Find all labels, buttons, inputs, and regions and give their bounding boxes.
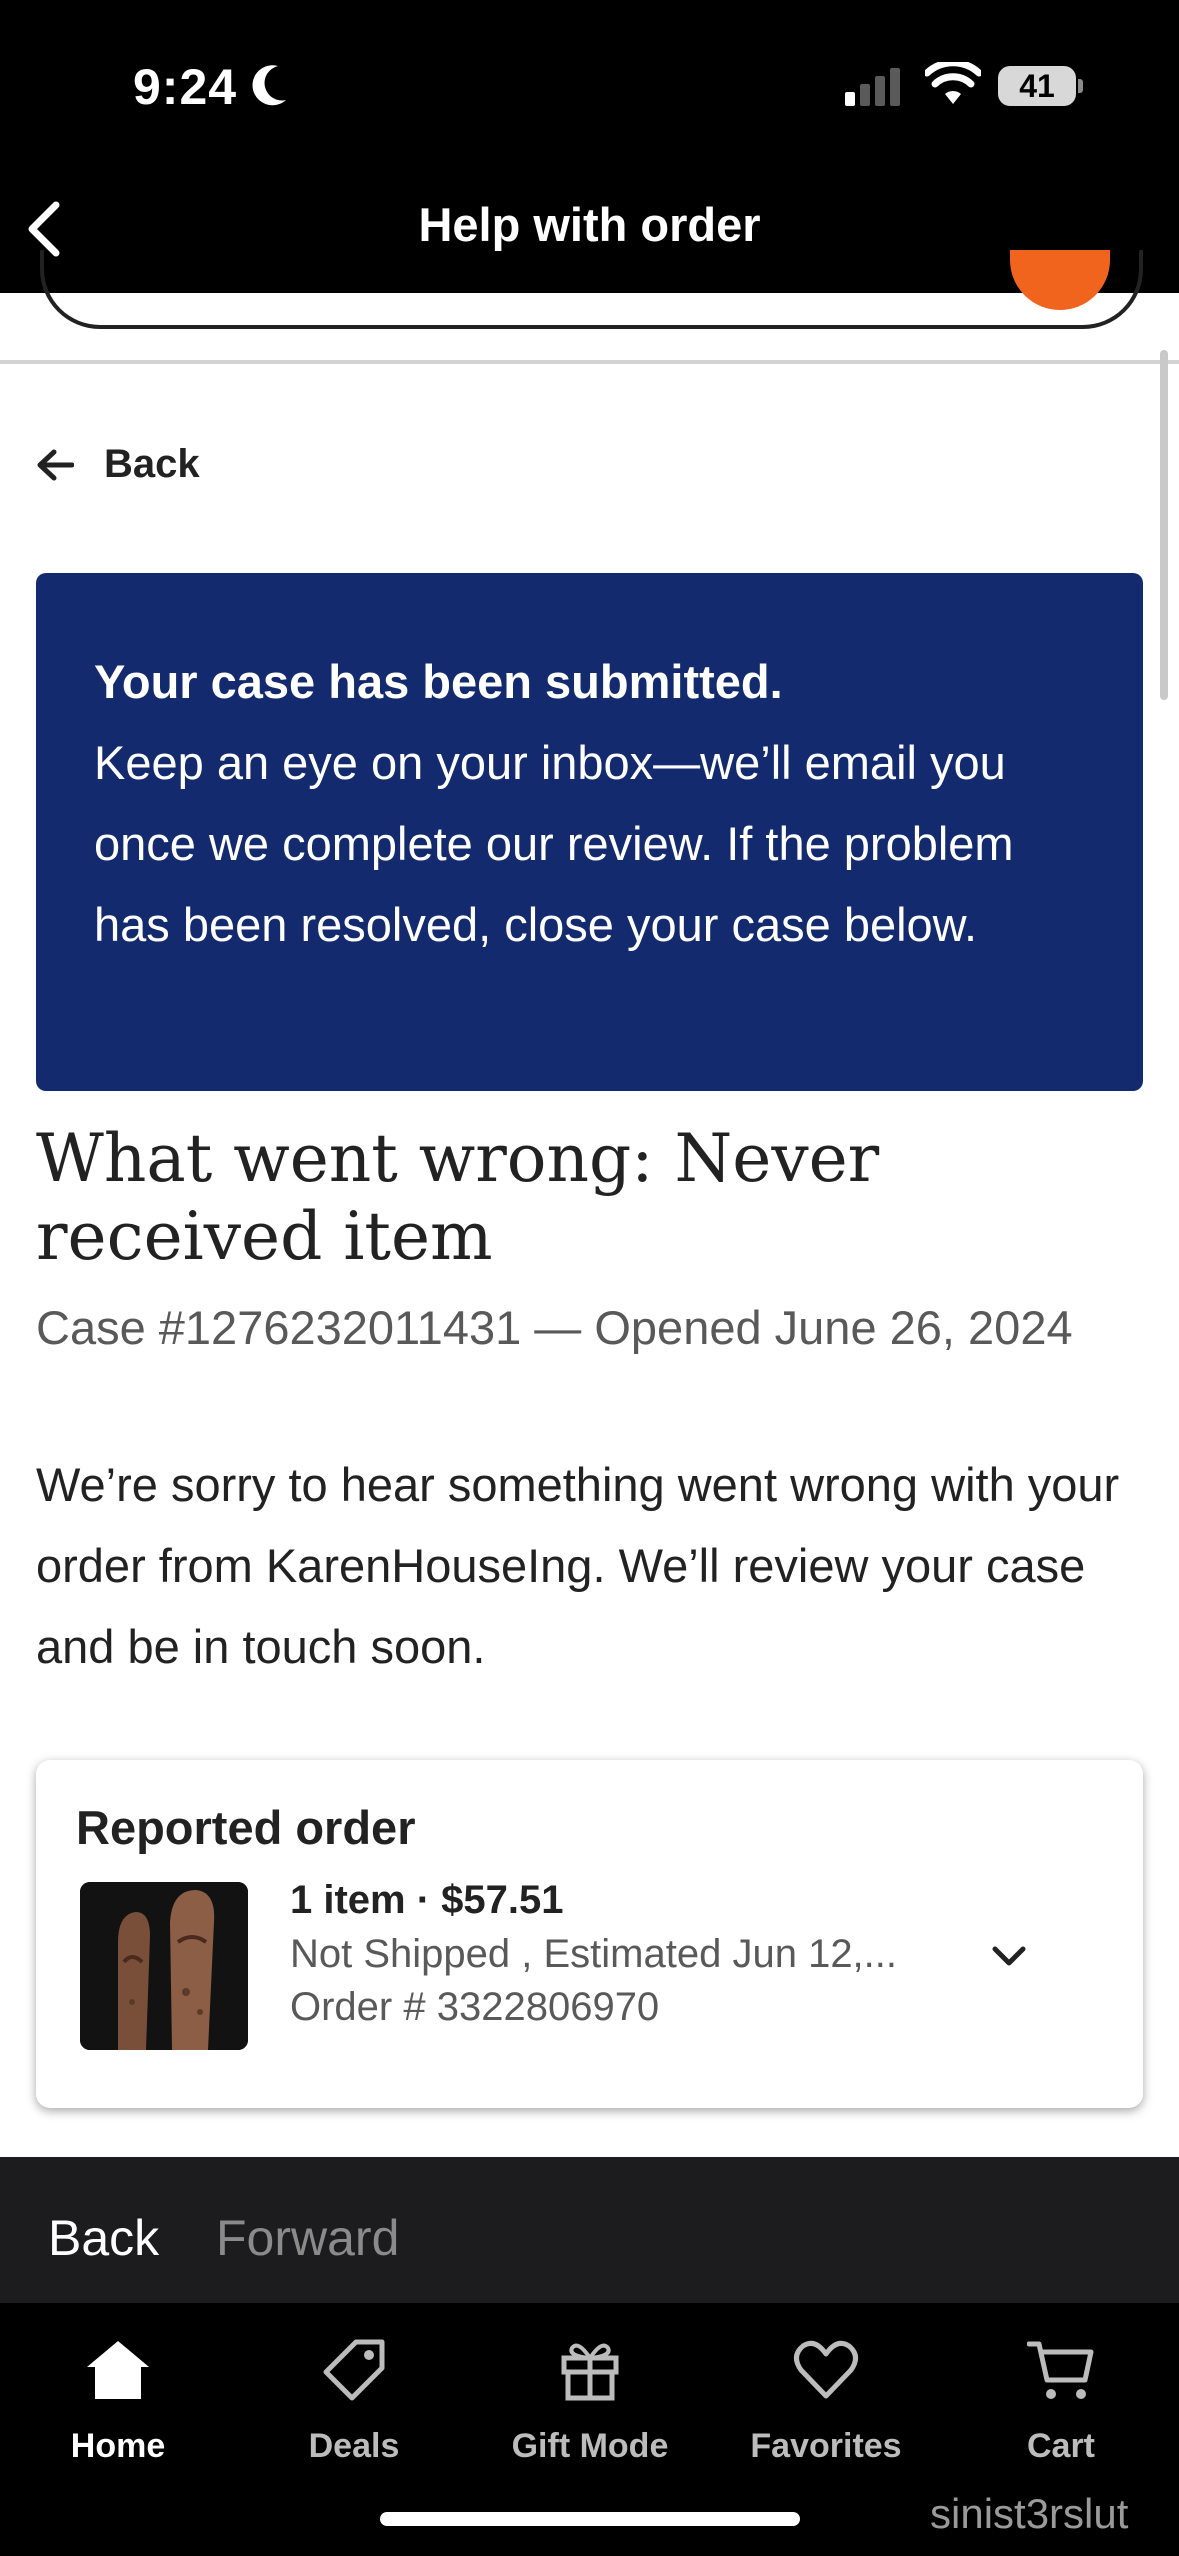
banner-title: Your case has been submitted.	[94, 655, 783, 708]
status-time: 9:24	[133, 59, 238, 115]
battery-level: 41	[998, 66, 1076, 106]
divider	[0, 360, 1179, 364]
chevron-down-icon[interactable]	[991, 1945, 1027, 1969]
signal-icon	[845, 68, 900, 106]
nav-title: Help with order	[418, 198, 761, 251]
tab-gift-mode-label: Gift Mode	[511, 2427, 669, 2465]
product-thumbnail	[80, 1882, 248, 2050]
card-title: Reported order	[76, 1801, 416, 1854]
tab-deals-label: Deals	[308, 2427, 400, 2465]
tag-icon	[323, 2339, 385, 2401]
tab-cart-label: Cart	[1026, 2427, 1096, 2465]
gift-icon	[561, 2343, 619, 2401]
status-bar: 9:24 41	[0, 0, 1179, 165]
tab-cart[interactable]: Cart	[943, 2325, 1179, 2466]
back-link[interactable]: Back	[36, 442, 200, 487]
case-message: We’re sorry to hear something went wrong…	[36, 1458, 1120, 1673]
reported-order-card[interactable]: Reported order 1 item · $57.51 Not Shipp…	[36, 1760, 1143, 2108]
tab-home[interactable]: Home	[0, 2325, 236, 2466]
wifi-icon	[925, 62, 981, 104]
case-subline: Case #1276232011431 — Opened June 26, 20…	[36, 1301, 1073, 1354]
search-field[interactable]	[40, 250, 1143, 329]
moon-icon	[252, 65, 286, 106]
tab-home-label: Home	[70, 2427, 166, 2465]
case-submitted-banner: Your case has been submitted. Keep an ey…	[36, 573, 1143, 1091]
tab-deals[interactable]: Deals	[236, 2325, 472, 2466]
banner-message: Keep an eye on your inbox—we’ll email yo…	[94, 736, 1014, 951]
tab-favorites[interactable]: Favorites	[708, 2325, 944, 2466]
order-summary: 1 item · $57.51	[290, 1878, 564, 1922]
back-link-label: Back	[104, 442, 200, 486]
tab-gift-mode[interactable]: Gift Mode	[472, 2325, 708, 2466]
order-status: Not Shipped , Estimated Jun 12,...	[290, 1932, 898, 1976]
home-icon	[87, 2341, 149, 2399]
battery-tip	[1078, 79, 1083, 93]
scrollbar[interactable]	[1160, 350, 1168, 700]
browser-forward-button[interactable]: Forward	[216, 2209, 399, 2267]
tab-favorites-label: Favorites	[750, 2427, 902, 2465]
arrow-left-icon	[37, 449, 74, 480]
heart-icon	[794, 2340, 858, 2399]
browser-back-button[interactable]: Back	[48, 2209, 159, 2267]
cart-icon	[1027, 2341, 1094, 2399]
order-number: Order # 3322806970	[290, 1985, 660, 2029]
watermark: sinist3rslut	[930, 2490, 1129, 2537]
page-title: What went wrong: Never received item	[36, 1120, 880, 1275]
home-indicator[interactable]	[380, 2512, 800, 2526]
browser-nav-bar: Back Forward	[0, 2157, 1179, 2303]
